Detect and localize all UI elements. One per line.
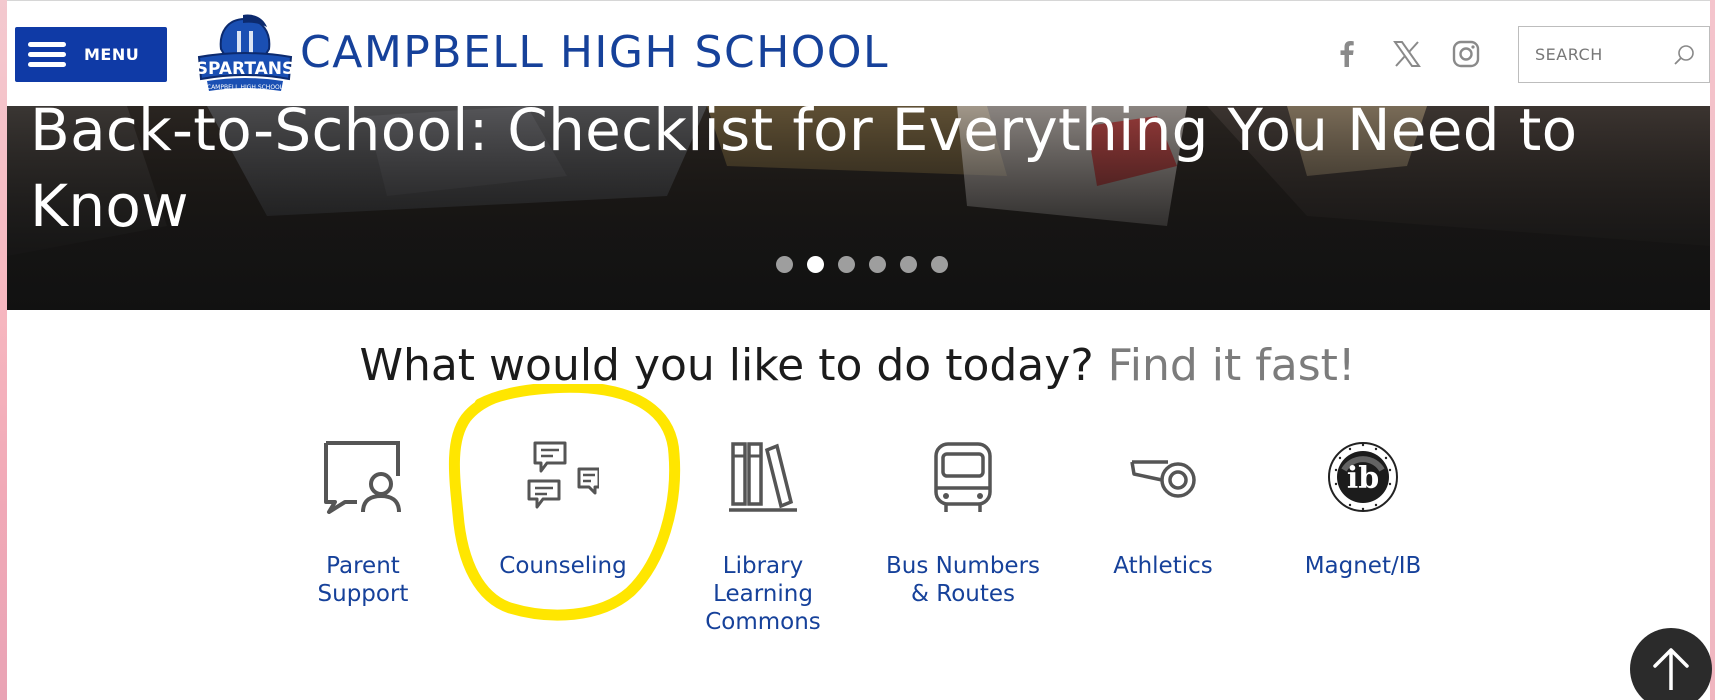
slide-dot-3[interactable]: [838, 256, 855, 273]
slide-dot-4[interactable]: [869, 256, 886, 273]
quick-link-label: Bus Numbers & Routes: [885, 553, 1041, 607]
search-box: [1518, 26, 1710, 83]
books-icon: [663, 440, 863, 514]
quick-link-parent-support[interactable]: Parent Support: [263, 440, 463, 608]
x-twitter-icon[interactable]: [1391, 38, 1423, 70]
quick-link-athletics[interactable]: Athletics: [1063, 440, 1263, 580]
chat-bubbles-icon: [463, 440, 663, 514]
quick-link-label: Counseling: [499, 553, 627, 579]
site-header: MENU SPARTANS CAMPBELL HIGH SCHOOL CAMPB…: [7, 0, 1710, 106]
quick-link-label: Magnet/IB: [1304, 553, 1422, 579]
heading-accent: Find it fast!: [1107, 340, 1356, 391]
slide-dot-2[interactable]: [807, 256, 824, 273]
parent-chat-icon: [263, 440, 463, 514]
hero-title[interactable]: Back-to-School: Checklist for Everything…: [30, 106, 1690, 244]
ib-logo-icon: ib: [1263, 440, 1463, 514]
bus-icon: [863, 440, 1063, 514]
hero-slider[interactable]: Back-to-School: Checklist for Everything…: [7, 106, 1710, 310]
quick-link-library[interactable]: Library Learning Commons: [663, 440, 863, 636]
facebook-icon[interactable]: [1331, 38, 1363, 70]
menu-label: MENU: [84, 45, 140, 64]
svg-text:ib: ib: [1347, 461, 1379, 496]
menu-button[interactable]: MENU: [15, 27, 167, 82]
slide-dots: [776, 256, 948, 273]
spartans-logo[interactable]: SPARTANS CAMPBELL HIGH SCHOOL: [197, 13, 293, 97]
quick-links-heading: What would you like to do today? Find it…: [0, 340, 1715, 391]
logo-subtext: CAMPBELL HIGH SCHOOL: [207, 84, 284, 91]
instagram-icon[interactable]: [1450, 38, 1482, 70]
arrow-up-icon: [1653, 648, 1689, 690]
logo-text: SPARTANS: [197, 59, 293, 79]
quick-link-bus[interactable]: Bus Numbers & Routes: [863, 440, 1063, 608]
quick-link-label: Athletics: [1113, 553, 1213, 579]
slide-dot-5[interactable]: [900, 256, 917, 273]
search-icon[interactable]: [1669, 40, 1699, 70]
heading-text: What would you like to do today?: [359, 340, 1094, 391]
hamburger-icon: [28, 37, 66, 72]
quick-link-label: Parent Support: [317, 553, 409, 607]
quick-link-magnet-ib[interactable]: ib Magnet/IB: [1263, 440, 1463, 580]
slide-dot-6[interactable]: [931, 256, 948, 273]
school-name[interactable]: CAMPBELL HIGH SCHOOL: [300, 27, 889, 78]
slide-dot-1[interactable]: [776, 256, 793, 273]
whistle-icon: [1063, 440, 1263, 514]
search-input[interactable]: [1519, 27, 1669, 82]
quick-link-label: Library Learning Commons: [705, 553, 821, 635]
quick-link-counseling[interactable]: Counseling: [463, 440, 663, 580]
back-to-top-button[interactable]: [1630, 628, 1712, 700]
